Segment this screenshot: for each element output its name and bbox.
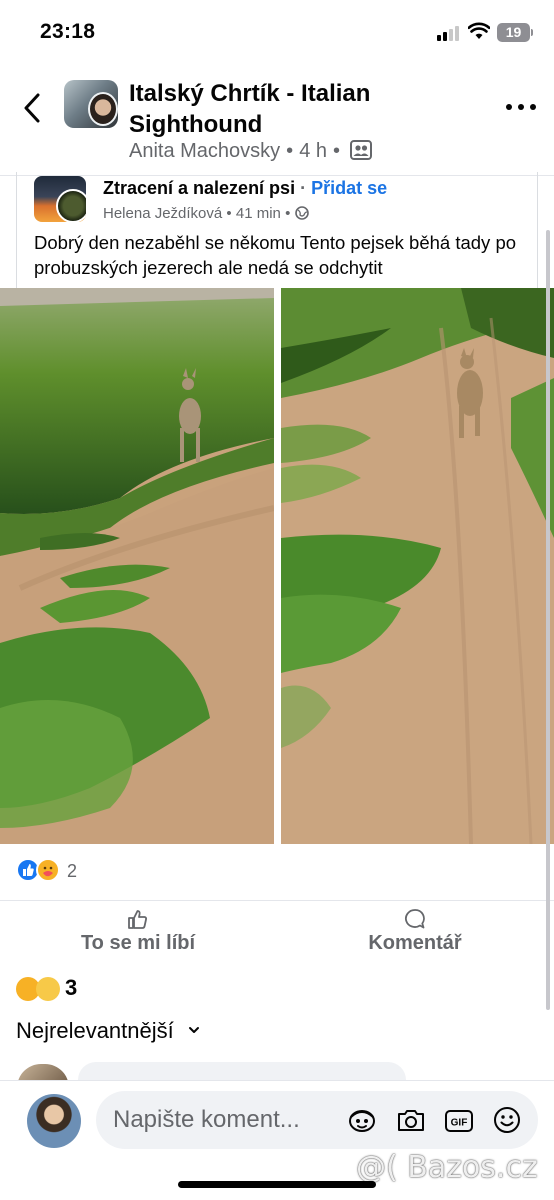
user-avatar[interactable] <box>27 1094 81 1148</box>
shared-group-line: Ztracení a nalezení psi · Přidat se <box>103 178 387 199</box>
battery-indicator: 19 <box>497 23 530 42</box>
back-chevron-icon[interactable] <box>18 90 44 126</box>
group-header: Italský Chrtík - Italian Sighthound Anit… <box>0 66 554 176</box>
shared-separator: · <box>300 178 307 198</box>
comment-label: Komentář <box>368 932 462 954</box>
smiley-icon[interactable] <box>492 1105 522 1135</box>
post-age: 4 h <box>299 140 327 162</box>
status-time: 23:18 <box>40 20 96 43</box>
chevron-down-icon <box>188 1027 199 1033</box>
divider <box>0 900 554 901</box>
scrollbar[interactable] <box>546 230 550 1010</box>
group-title[interactable]: Italský Chrtík - Italian Sighthound <box>129 78 419 140</box>
cellular-signal-icon <box>437 25 463 41</box>
thumbs-up-icon <box>128 910 147 929</box>
battery-tip <box>531 29 533 36</box>
meta-separator: • <box>286 140 294 162</box>
gif-icon[interactable]: GIF <box>444 1105 474 1135</box>
members-icon <box>350 140 373 160</box>
status-bar: 23:18 19 <box>0 0 554 66</box>
dog-on-path-photo-2 <box>281 288 554 844</box>
svg-text:GIF: GIF <box>451 1118 468 1129</box>
more-options-icon[interactable] <box>506 102 536 112</box>
post-meta: Anita Machovsky • 4 h • <box>129 140 373 163</box>
shared-author-name[interactable]: Helena Ježdíková <box>103 205 222 222</box>
shared-group-avatar[interactable] <box>34 176 86 222</box>
shared-post-age: 41 min <box>235 205 281 222</box>
post-text: Dobrý den nezaběhl se někomu Tento pejse… <box>34 232 517 278</box>
comment-sort-dropdown[interactable]: Nejrelevantnější <box>16 1018 200 1044</box>
post-photo-2[interactable] <box>281 288 554 844</box>
like-button[interactable]: To se mi líbí <box>18 908 258 964</box>
post-author[interactable]: Anita Machovsky <box>129 140 280 162</box>
sort-label: Nejrelevantnější <box>16 1018 174 1043</box>
comment-reaction-count: 3 <box>65 975 78 1000</box>
shared-post-card[interactable]: Ztracení a nalezení psi · Přidat se Hele… <box>16 172 538 288</box>
home-indicator[interactable] <box>178 1181 376 1188</box>
like-label: To se mi líbí <box>80 932 196 954</box>
comment-bubble-icon <box>405 909 425 929</box>
join-group-link[interactable]: Přidat se <box>311 178 387 198</box>
camera-icon[interactable] <box>396 1105 426 1135</box>
shared-author-avatar <box>56 189 86 222</box>
shared-meta-separator: • <box>226 205 232 222</box>
dog-on-path-photo-1 <box>0 288 274 844</box>
watermark: @( Bazos.cz <box>356 1150 538 1185</box>
comment-button[interactable]: Komentář <box>295 908 535 964</box>
sad-reaction-icon <box>36 977 60 1001</box>
care-reaction-icon <box>36 858 60 882</box>
wifi-icon <box>468 22 490 39</box>
reaction-count: 2 <box>67 861 78 881</box>
avatar-sticker-icon[interactable] <box>347 1105 377 1135</box>
meta-separator-2: • <box>333 140 341 162</box>
avatar-photo <box>88 92 118 126</box>
globe-icon <box>294 206 309 220</box>
shared-author-line: Helena Ježdíková • 41 min • <box>103 205 309 222</box>
shared-meta-separator-2: • <box>285 205 291 222</box>
group-avatar[interactable] <box>64 80 118 128</box>
shared-group-name[interactable]: Ztracení a nalezení psi <box>103 178 295 198</box>
post-photo-1[interactable] <box>0 288 274 844</box>
